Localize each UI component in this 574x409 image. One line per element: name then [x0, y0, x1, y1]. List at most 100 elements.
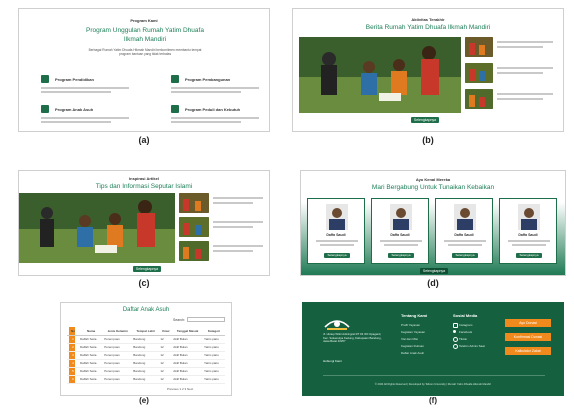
program-text [171, 121, 241, 123]
screenshot-table: Daftar Anak Asuh Search: No Nama Jenis K… [60, 302, 232, 396]
pagination[interactable]: Previous 1 2 3 Next [167, 387, 193, 391]
volunteer-more-button[interactable]: Selengkapnya [452, 253, 478, 258]
volunteer-text [384, 244, 418, 246]
screenshot-articles: Inspirasi Artikel Tips dan Informasi Sep… [18, 170, 270, 276]
program-item-pembangunan[interactable]: Program Pembangunan [171, 75, 269, 97]
column-header[interactable]: Tempat Lahir [132, 327, 159, 335]
table-cell: 4 [72, 361, 74, 365]
articles-eyebrow: Inspirasi Artikel [129, 176, 159, 181]
confirm-donation-button[interactable]: Konfirmasi Donasi [505, 333, 551, 341]
volunteer-text [448, 244, 482, 246]
articles-title: Tips dan Informasi Seputar Islami [95, 183, 193, 190]
program-item-pendidikan[interactable]: Program Pendidikan [41, 75, 141, 97]
table-cell: 12 [160, 377, 164, 381]
news-thumb-3[interactable] [465, 89, 493, 109]
volunteer-card[interactable]: Daffa Saudi Selengkapnya [499, 198, 557, 264]
table-cell: 12 [160, 353, 164, 357]
article-text [213, 245, 263, 247]
article-text [213, 197, 263, 199]
table-cell: Daffah Setia [80, 337, 97, 341]
articles-more-button[interactable]: Selengkapnya [133, 266, 161, 272]
instagram-icon [453, 323, 458, 328]
footer-link[interactable]: Kegiatan Yayasan [401, 330, 425, 334]
screenshot-news: Aktivitas Terakhir Berita Rumah Yatim Dh… [292, 8, 564, 132]
children-reading-photo [299, 37, 461, 113]
volunteer-text [316, 240, 358, 242]
social-link[interactable]: Instagram [459, 323, 472, 327]
table-cell: Daffah Setia [80, 361, 97, 365]
program-label: Program Pembangunan [185, 77, 231, 82]
footer-link[interactable]: Kegiatan Rutinan [401, 344, 424, 348]
person-photo [326, 204, 348, 230]
table-cell: Daffah Setia [80, 345, 97, 349]
table-cell: Daffah Setia [80, 353, 97, 357]
column-header[interactable]: No [67, 327, 79, 335]
volunteer-card[interactable]: Daffa Saudi Selengkapnya [307, 198, 365, 264]
article-thumb-3[interactable] [179, 241, 209, 261]
program-title: Program Unggulan Rumah Yatim Dhuafa Ilkm… [86, 27, 204, 43]
table-cell: 2 [72, 345, 74, 349]
volunteer-card[interactable]: Daffa Saudi Selengkapnya [371, 198, 429, 264]
program-item-anak-asuh[interactable]: Program Anak Asuh [41, 105, 141, 127]
volunteer-more-button[interactable]: Selengkapnya [324, 253, 350, 258]
program-item-peduli[interactable]: Program Peduli dan Kebutuh [171, 105, 269, 127]
article-text [213, 226, 253, 228]
column-header[interactable]: Umur [159, 327, 172, 335]
table-row: 5 Daffah Setia Perempuan Bandung 12 Akti… [67, 367, 225, 375]
article-thumb-1[interactable] [179, 193, 209, 213]
program-text [41, 117, 129, 119]
zakat-calculator-button[interactable]: Kalkulator Zakat [505, 347, 551, 355]
social-link[interactable]: Facebook [459, 330, 472, 334]
news-title: Berita Rumah Yatim Dhuafa Ilkmah Mandiri [365, 24, 491, 31]
footer-link[interactable]: Daftar Anak Asuh [401, 351, 424, 355]
caption-e: (e) [139, 396, 149, 405]
program-text [41, 87, 129, 89]
table-cell: Yatim piatu [203, 353, 219, 357]
footer-link[interactable]: Visi dan Misi [401, 337, 418, 341]
column-header[interactable]: Nama [79, 327, 103, 335]
table-cell: Aktif Bulan [173, 345, 188, 349]
caption-d: (d) [427, 278, 439, 288]
social-link[interactable]: Tiktok [459, 337, 467, 341]
news-text [497, 72, 543, 74]
volunteer-text [512, 244, 546, 246]
table-cell: 6 [72, 377, 74, 381]
volunteer-more-button[interactable]: Selengkapnya [516, 253, 542, 258]
column-header[interactable]: Jenis Kelamin [103, 327, 132, 335]
news-thumb-1[interactable] [465, 37, 493, 57]
news-more-button[interactable]: Selengkapnya [411, 117, 439, 123]
table-row: 2 Daffah Setia Perempuan Bandung 12 Akti… [67, 343, 225, 351]
person-photo [518, 204, 540, 230]
news-text [497, 41, 553, 43]
news-main-photo[interactable] [299, 37, 461, 113]
table-cell: 12 [160, 369, 164, 373]
tiktok-icon [453, 337, 458, 342]
volunteer-text [380, 240, 422, 242]
column-header[interactable]: Tanggal Masuk [172, 327, 203, 335]
footer-contact[interactable]: Hubungi Kami [323, 359, 342, 363]
search-input[interactable] [187, 317, 225, 322]
volunteers-more-button[interactable]: Selengkapnya [420, 268, 448, 274]
table-cell: Perempuan [104, 337, 120, 341]
book-icon [41, 75, 49, 83]
table-title: Daftar Anak Asuh [122, 307, 170, 313]
footer-link[interactable]: Profil Yayasan [401, 323, 420, 327]
volunteer-more-button[interactable]: Selengkapnya [388, 253, 414, 258]
column-header[interactable]: Kategori [203, 327, 225, 335]
caption-b: (b) [422, 135, 434, 145]
table-cell: Aktif Bulan [173, 369, 188, 373]
article-thumb-2[interactable] [179, 217, 209, 237]
table-cell: Yatim piatu [203, 361, 219, 365]
building-icon [171, 75, 179, 83]
table-cell: Aktif Bulan [173, 361, 188, 365]
article-main-photo[interactable] [19, 193, 175, 263]
program-text [41, 91, 111, 93]
volunteer-name: Daffa Saudi [390, 233, 410, 237]
donate-button[interactable]: Ayo Donasi [505, 319, 551, 327]
volunteer-card[interactable]: Daffa Saudi Selengkapnya [435, 198, 493, 264]
news-thumb-2[interactable] [465, 63, 493, 83]
table-cell: Perempuan [104, 345, 120, 349]
table-cell: Bandung [133, 337, 146, 341]
child-icon [41, 105, 49, 113]
social-link[interactable]: Telefon Admin Saat [459, 344, 485, 348]
